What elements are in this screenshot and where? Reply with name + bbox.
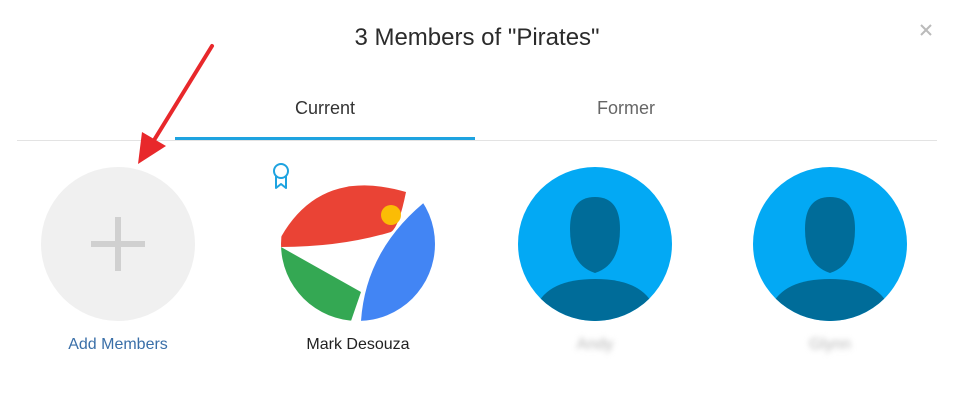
plus-icon — [91, 217, 145, 271]
dialog-title: 3 Members of "Pirates" — [354, 24, 600, 51]
close-icon[interactable] — [916, 20, 936, 40]
avatar[interactable] — [518, 167, 672, 321]
tab-bar: Current Former — [0, 92, 954, 140]
member-name: Glynn — [809, 336, 851, 353]
member-name: Andy — [576, 336, 614, 353]
tabs-divider — [17, 140, 937, 141]
add-members-label[interactable]: Add Members — [38, 336, 198, 354]
avatar[interactable] — [281, 167, 435, 321]
member-card-andy[interactable]: Andy — [515, 167, 675, 354]
tab-current[interactable]: Current — [175, 92, 475, 140]
google-style-avatar-icon — [281, 167, 435, 321]
default-user-avatar-icon — [518, 167, 672, 321]
member-card-mark-desouza[interactable]: Mark Desouza — [278, 167, 438, 354]
avatar[interactable] — [753, 167, 907, 321]
add-members-button[interactable] — [41, 167, 195, 321]
tab-former[interactable]: Former — [476, 92, 776, 138]
member-card-glynn[interactable]: Glynn — [750, 167, 910, 354]
member-name: Mark Desouza — [306, 336, 410, 353]
add-members-card[interactable]: Add Members — [38, 167, 198, 354]
default-user-avatar-icon — [753, 167, 907, 321]
